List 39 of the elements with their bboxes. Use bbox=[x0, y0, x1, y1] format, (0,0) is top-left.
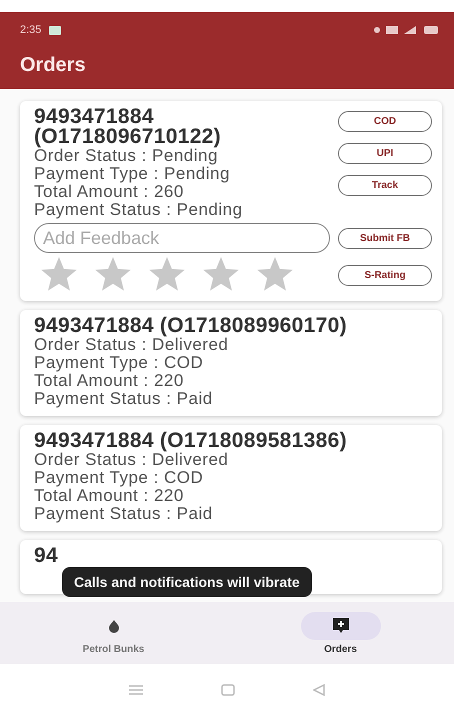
drop-icon bbox=[106, 618, 120, 632]
home-icon[interactable] bbox=[221, 684, 235, 696]
order-detail: Payment Type : Pending bbox=[34, 165, 231, 183]
toast-message: Calls and notifications will vibrate bbox=[62, 567, 312, 597]
back-icon[interactable] bbox=[313, 684, 325, 696]
order-title: 9493471884 (O1718089581386) bbox=[34, 431, 348, 451]
order-detail: Payment Type : COD bbox=[34, 469, 204, 487]
submit-feedback-button[interactable]: Submit FB bbox=[338, 228, 432, 248]
order-detail: Order Status : Delivered bbox=[34, 451, 228, 469]
message-icon bbox=[332, 616, 350, 634]
star-icon[interactable] bbox=[202, 257, 240, 293]
order-detail: Total Amount : 220 bbox=[34, 487, 185, 505]
action-button[interactable]: COD bbox=[338, 111, 432, 132]
order-detail: Order Status : Delivered bbox=[34, 336, 228, 354]
order-detail: Payment Status : Pending bbox=[34, 201, 244, 219]
order-detail: Order Status : Pending bbox=[34, 147, 218, 165]
order-title: 94 bbox=[34, 546, 59, 566]
action-button[interactable]: UPI bbox=[338, 143, 432, 164]
notification-icon bbox=[49, 26, 62, 34]
order-detail: Total Amount : 260 bbox=[34, 183, 184, 201]
status-icons-drawing bbox=[372, 25, 440, 35]
star-icon[interactable] bbox=[256, 257, 294, 293]
feedback-field[interactable]: Add Feedback bbox=[34, 223, 330, 253]
action-button[interactable]: Track bbox=[338, 175, 432, 196]
order-detail: Payment Status : Paid bbox=[34, 505, 214, 523]
star-icon[interactable] bbox=[40, 257, 78, 293]
nav-item[interactable]: Orders bbox=[227, 602, 454, 664]
order-detail: Total Amount : 220 bbox=[34, 372, 185, 390]
order-detail: Payment Status : Paid bbox=[34, 390, 214, 408]
submit-rating-button[interactable]: S-Rating bbox=[338, 264, 432, 286]
star-icon[interactable] bbox=[148, 257, 186, 293]
nav-item[interactable]: Petrol Bunks bbox=[0, 602, 227, 664]
order-title: 9493471884 (O1718089960170) bbox=[34, 316, 348, 336]
status-time: 2:35 bbox=[20, 24, 42, 36]
page-title: Orders bbox=[20, 54, 87, 77]
menu-icon[interactable] bbox=[129, 685, 143, 695]
order-detail: Payment Type : COD bbox=[34, 354, 204, 372]
order-title: 9493471884 (O1718096710122) bbox=[34, 107, 222, 147]
star-icon[interactable] bbox=[94, 257, 132, 293]
